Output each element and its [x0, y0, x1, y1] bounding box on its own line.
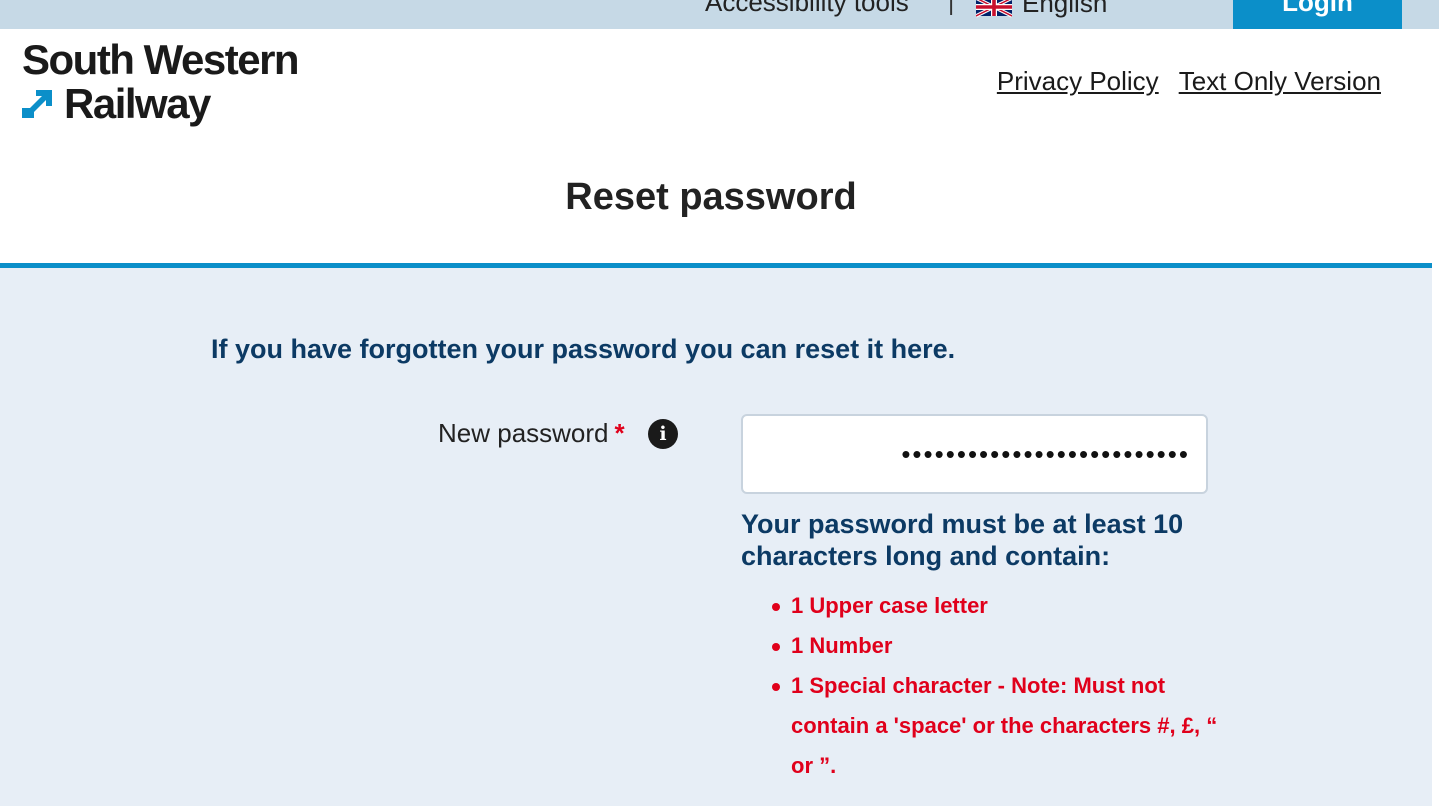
- password-rules-heading: Your password must be at least 10 charac…: [741, 509, 1184, 571]
- new-password-input[interactable]: [741, 414, 1208, 494]
- password-rule-uppercase: 1 Upper case letter: [772, 586, 1221, 626]
- info-icon-glyph: i: [659, 423, 667, 445]
- south-western-railway-logo[interactable]: South Western Railway: [22, 38, 312, 130]
- login-button[interactable]: Login: [1233, 0, 1402, 29]
- header-links: Privacy Policy Text Only Version: [997, 66, 1381, 97]
- login-button-label: Login: [1282, 0, 1353, 17]
- uk-flag-icon: [976, 0, 1012, 18]
- new-password-label: New password *: [438, 418, 625, 449]
- password-rules-list: 1 Upper case letter 1 Number 1 Special c…: [772, 586, 1221, 786]
- text-only-version-link[interactable]: Text Only Version: [1179, 66, 1381, 97]
- language-label: English: [1022, 0, 1108, 18]
- intro-text: If you have forgotten your password you …: [211, 334, 956, 364]
- topbar-separator: |: [948, 0, 955, 16]
- language-selector[interactable]: English: [976, 0, 1107, 19]
- top-utility-bar: Accessibility tools | English Login: [0, 0, 1439, 29]
- swr-arrow-logo-icon: [22, 90, 52, 118]
- accessibility-tools-link[interactable]: Accessibility tools: [705, 0, 909, 18]
- privacy-policy-link[interactable]: Privacy Policy: [997, 66, 1159, 97]
- page-title: Reset password: [565, 176, 857, 218]
- password-rule-number: 1 Number: [772, 626, 1221, 666]
- logo-line-1: South Western: [22, 36, 300, 83]
- password-rule-special-character: 1 Special character - Note: Must not con…: [772, 666, 1221, 786]
- logo-line-2: Railway: [64, 80, 211, 127]
- required-asterisk: *: [614, 418, 625, 448]
- new-password-label-text: New password: [438, 418, 609, 448]
- info-icon[interactable]: i: [648, 419, 678, 449]
- reset-password-panel: If you have forgotten your password you …: [0, 268, 1432, 806]
